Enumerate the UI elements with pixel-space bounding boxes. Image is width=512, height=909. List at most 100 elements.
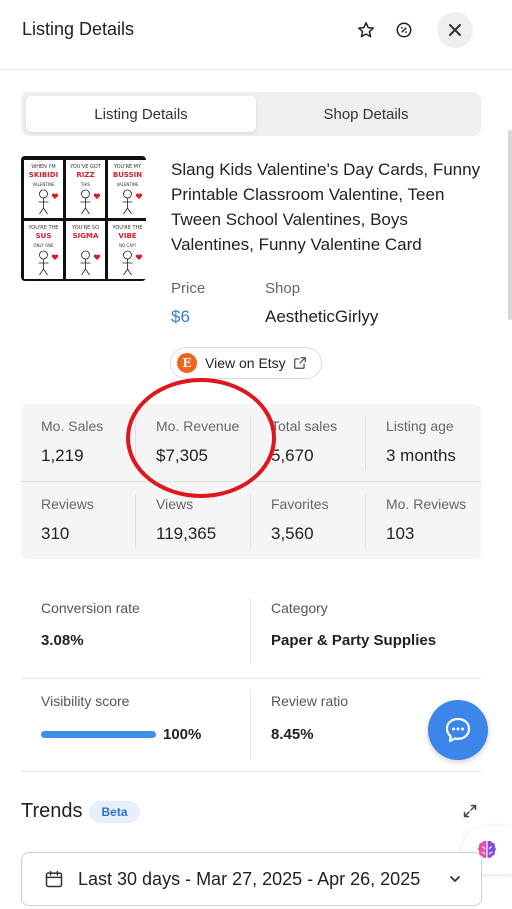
category-label: Category [271, 600, 328, 616]
beta-badge: Beta [89, 801, 140, 823]
thumbnail-card: YOU'RE SOSIGMA [66, 221, 105, 279]
listing-title: Slang Kids Valentine's Day Cards, Funny … [171, 160, 481, 254]
thumbnail-card-text: YOU'VE GOT [69, 164, 102, 170]
chevron-down-icon [448, 872, 462, 891]
view-on-etsy-button[interactable]: E View on Etsy [170, 347, 322, 379]
stats-row-divider [21, 481, 481, 482]
chat-button[interactable] [428, 700, 488, 760]
expand-button[interactable] [462, 803, 478, 824]
price-value: $6 [171, 307, 190, 326]
stat-value: 3 months [386, 446, 456, 465]
tab-shop-details[interactable]: Shop Details [256, 96, 476, 132]
stats-col-divider [250, 494, 251, 548]
thumbnail-card-text: VIBE [118, 232, 136, 240]
stat-value: 5,670 [271, 446, 314, 465]
stat-value: 103 [386, 524, 415, 543]
stat-favorites: Favorites 3,560 [251, 482, 366, 559]
thumbnail-card-text: VALENTINE [32, 182, 55, 187]
thumbnail-card: YOU'VE GOTRIZZ THIS [66, 160, 105, 218]
stat-mo-reviews: Mo. Reviews 103 [366, 482, 481, 559]
metrics-col-divider [250, 690, 251, 760]
metrics-row-divider [21, 771, 481, 772]
thumbnail-card-text: ONLY ONE [33, 243, 54, 248]
category-value: Paper & Party Supplies [271, 632, 437, 649]
thumbnail-card: YOU'RE THESUS ONLY ONE [24, 221, 63, 279]
review-ratio-value: 8.45% [271, 726, 314, 743]
stats-col-divider [250, 416, 251, 470]
stat-listing-age: Listing age 3 months [366, 404, 481, 481]
thumbnail-card-text: RIZZ [76, 171, 94, 179]
date-range-label: Last 30 days - Mar 27, 2025 - Apr 26, 20… [78, 869, 421, 889]
close-button[interactable] [437, 12, 473, 48]
metrics-row-divider [21, 678, 481, 679]
thumbnail-card-text: WHEN I'M [31, 164, 55, 170]
stats-grid: Mo. Sales 1,219 Mo. Revenue $7,305 Total… [21, 404, 481, 559]
stat-label: Views [156, 496, 194, 512]
stat-label: Mo. Revenue [156, 418, 240, 434]
view-on-etsy-label: View on Etsy [205, 355, 286, 371]
stat-reviews: Reviews 310 [21, 482, 136, 559]
thumbnail-card-text: VALENTINE [116, 182, 139, 187]
thumbnail-card-text: SUS [36, 232, 52, 240]
stats-col-divider [365, 494, 366, 548]
date-range-select[interactable]: Last 30 days - Mar 27, 2025 - Apr 26, 20… [21, 852, 482, 906]
stat-value: 310 [41, 524, 70, 543]
close-icon [449, 24, 461, 36]
favorite-button[interactable] [348, 12, 384, 48]
thumbnail-card: YOU'RE THEVIBE NO CAP! [108, 221, 146, 279]
stat-total-sales: Total sales 5,670 [251, 404, 366, 481]
tab-listing-details[interactable]: Listing Details [26, 96, 256, 132]
stat-label: Favorites [271, 496, 329, 512]
star-icon [357, 22, 375, 38]
thumbnail-card-text: YOU'RE SO [71, 225, 99, 231]
thumbnail-card-text: SIGMA [73, 232, 99, 240]
scrollbar[interactable] [508, 130, 512, 320]
stats-col-divider [365, 416, 366, 470]
price-label: Price [171, 280, 206, 297]
trends-heading: Trends [21, 800, 83, 822]
metrics-col-divider [250, 598, 251, 664]
thumbnail-card: YOU'RE MYBUSSIN VALENTINE [108, 160, 146, 218]
visibility-progress-fill [41, 731, 156, 738]
stats-col-divider [135, 494, 136, 548]
external-link-icon [293, 356, 307, 370]
stat-label: Mo. Reviews [386, 496, 467, 512]
thumbnail-card: WHEN I'MSKIBIDI VALENTINE [24, 160, 63, 218]
shop-name[interactable]: AestheticGirlyy [265, 307, 378, 327]
stat-mo-revenue: Mo. Revenue $7,305 [136, 404, 251, 481]
stat-value: 119,365 [156, 524, 217, 543]
review-ratio-label: Review ratio [271, 693, 349, 709]
discount-button[interactable] [386, 12, 422, 48]
thumbnail-card-text: YOU'RE THE [112, 225, 143, 231]
stat-label: Total sales [271, 418, 338, 434]
expand-icon [463, 804, 477, 818]
thumbnail-collage: WHEN I'MSKIBIDI VALENTINE YOU'VE GOTRIZZ TH… [21, 156, 146, 281]
thumbnail-card-text: YOU'RE THE [28, 225, 59, 231]
calendar-icon [44, 869, 64, 894]
stat-label: Mo. Sales [41, 418, 104, 434]
etsy-logo-icon: E [177, 353, 197, 373]
thumbnail-card-text: BUSSIN [113, 171, 142, 179]
thumbnail-card-text: YOU'RE MY [113, 164, 142, 170]
visibility-score-value: 100% [163, 726, 202, 743]
stat-views: Views 119,365 [136, 482, 251, 559]
conversion-rate-label: Conversion rate [41, 600, 140, 616]
stat-mo-sales: Mo. Sales 1,219 [21, 404, 136, 481]
stats-col-divider [135, 416, 136, 470]
stat-value: 3,560 [271, 524, 314, 543]
panel-header: Listing Details [0, 0, 512, 70]
listing-thumbnail[interactable]: WHEN I'M SKIBIDI VALENTINE YOU'VE GOT RIZZ TH… [21, 156, 146, 281]
thumbnail-card-text: NO CAP! [119, 243, 136, 248]
badge-percent-icon [396, 22, 412, 38]
thumbnail-card-text: SKIBIDI [29, 171, 58, 179]
stat-value: $7,305 [156, 446, 208, 465]
thumbnail-card-text: THIS [80, 182, 91, 187]
shop-label: Shop [265, 280, 301, 297]
stat-value: 1,219 [41, 446, 84, 465]
visibility-progress-bar [41, 731, 156, 738]
visibility-score-label: Visibility score [41, 693, 130, 709]
stat-label: Reviews [41, 496, 94, 512]
details-tabs: Listing Details Shop Details [21, 92, 481, 136]
stat-label: Listing age [386, 418, 454, 434]
chat-bubble-icon [445, 717, 471, 743]
